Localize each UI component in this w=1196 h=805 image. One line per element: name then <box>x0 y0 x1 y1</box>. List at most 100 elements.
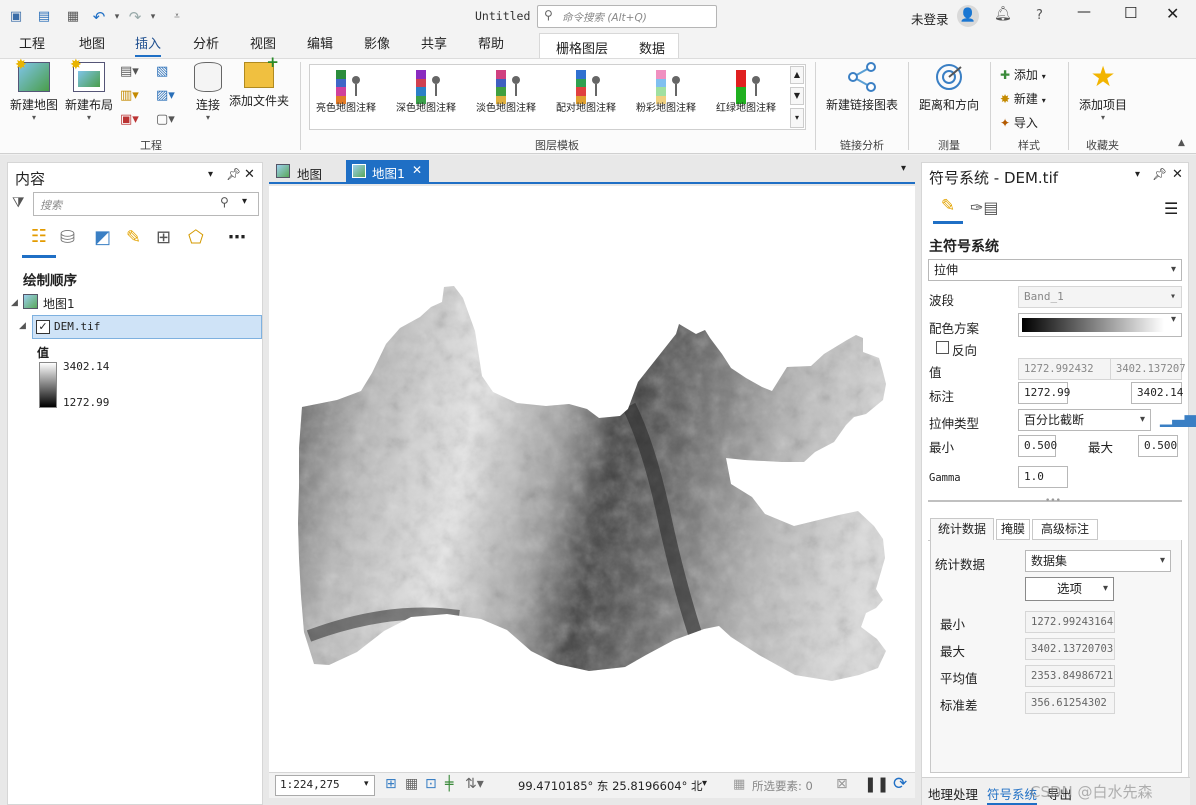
data-source-tab-icon[interactable]: ⛁ <box>60 227 75 248</box>
coord-format-dropdown-icon[interactable]: ▾ <box>702 778 707 789</box>
add-item-button[interactable]: ★ 添加项目 ▾ <box>1074 62 1132 123</box>
avatar[interactable]: 👤 <box>957 5 979 27</box>
style-add-button[interactable]: ✚ 添加 ▾ <box>1000 66 1046 83</box>
snap-icon[interactable]: ⊡ <box>425 776 437 792</box>
layer-template-item[interactable]: 粉彩地图注释 <box>634 68 710 126</box>
layer-visibility-checkbox[interactable]: ✓ <box>36 320 50 334</box>
close-pane-icon[interactable]: ✕ <box>1172 167 1183 182</box>
invert-checkbox[interactable] <box>936 341 949 354</box>
new-layout-button[interactable]: ✸ 新建布局 ▾ <box>62 57 116 122</box>
pause-drawing-icon[interactable]: ❚❚ <box>864 775 889 793</box>
gallery-scroll-up[interactable]: ▲ <box>790 66 804 84</box>
layer-template-item[interactable]: 配对地图注释 <box>554 68 630 126</box>
connect-button[interactable]: 连接 ▾ <box>190 62 226 122</box>
grid-icon[interactable]: ▦ <box>405 776 418 792</box>
expand-map-icon[interactable]: ◢ <box>11 298 18 308</box>
collapse-ribbon-icon[interactable]: ▲ <box>1178 138 1185 148</box>
map-tab-map1[interactable]: 地图1 ✕ <box>346 160 429 182</box>
max-percent-field[interactable]: 0.500 <box>1138 435 1178 457</box>
pin-icon[interactable]: 📌︎ <box>226 167 241 181</box>
splitter[interactable]: ••• <box>928 496 1182 508</box>
tab-imagery[interactable]: 影像 <box>364 37 390 57</box>
tab-insert[interactable]: 插入 <box>135 37 162 57</box>
redo-icon[interactable]: ↷ <box>126 8 144 26</box>
refresh-icon[interactable]: ⟳ <box>893 774 907 794</box>
new-map-button[interactable]: ✸ 新建地图 ▾ <box>8 57 60 122</box>
close-window-button[interactable]: ✕ <box>1166 4 1179 23</box>
tab-geoprocessing[interactable]: 地理处理 <box>928 784 978 803</box>
layer-template-item[interactable]: 淡色地图注释 <box>474 68 550 126</box>
minimize-button[interactable]: — <box>1077 4 1091 20</box>
fixed-extent-icon[interactable]: ⊞ <box>385 776 397 792</box>
layer-row-dem[interactable]: ◢ ✓ DEM.tif <box>19 315 262 339</box>
annotation-min-field[interactable]: 1272.99 <box>1018 382 1070 404</box>
import-layout-icon[interactable]: ▨▾ <box>156 88 175 103</box>
histogram-icon[interactable]: ▁▃▅▇ <box>1160 408 1196 427</box>
gamma-field[interactable]: 1.0 <box>1018 466 1068 488</box>
tab-overflow-icon[interactable]: ▾ <box>901 163 906 174</box>
user-status[interactable]: 未登录 <box>911 9 949 28</box>
notebook-icon[interactable]: ▢▾ <box>156 112 175 127</box>
gallery-scroll-down[interactable]: ▼ <box>790 87 804 105</box>
layer-template-item[interactable]: 深色地图注释 <box>394 68 470 126</box>
pane-options-icon[interactable]: ▾ <box>208 169 213 180</box>
pin-icon[interactable]: 📌︎ <box>1152 167 1167 181</box>
drawing-order-tab[interactable]: ☷ <box>22 226 56 258</box>
customize-qat-icon[interactable]: ⩡ <box>168 8 186 26</box>
tab-data[interactable]: 数据 <box>639 38 665 57</box>
task-icon[interactable]: ▣▾ <box>120 112 139 127</box>
renderer-select[interactable]: 拉伸 <box>928 259 1182 281</box>
undo-icon[interactable]: ↶ <box>90 8 108 26</box>
map-tab-map[interactable]: 地图 <box>271 162 341 182</box>
import-map-icon[interactable]: ▧ <box>156 64 168 79</box>
expand-layer-icon[interactable]: ◢ <box>19 321 26 331</box>
map-node-label[interactable]: 地图1 <box>43 295 75 312</box>
close-pane-icon[interactable]: ✕ <box>244 167 255 182</box>
more-options-icon[interactable]: ⋯ <box>228 227 246 248</box>
tab-mask[interactable]: 掩膜 <box>996 519 1030 540</box>
scale-selector[interactable]: 1:224,275 ▾ <box>275 775 375 796</box>
toolbox-icon[interactable]: ▥▾ <box>120 88 139 103</box>
notification-bell-icon[interactable]: 🔔︎ <box>994 6 1012 22</box>
tab-analysis[interactable]: 分析 <box>193 37 219 57</box>
map-canvas[interactable] <box>269 186 915 772</box>
tab-help[interactable]: 帮助 <box>478 37 504 57</box>
rotate-icon[interactable]: ⇅▾ <box>465 776 484 792</box>
refresh-layers-icon[interactable]: ⊠ <box>836 776 848 792</box>
filter-icon[interactable]: ⧩ <box>12 195 25 211</box>
save-icon[interactable]: ▦ <box>64 8 82 26</box>
search-dropdown-icon[interactable]: ▾ <box>242 196 247 207</box>
report-icon[interactable]: ▤▾ <box>120 64 139 79</box>
pane-options-icon[interactable]: ▾ <box>1135 169 1140 180</box>
hamburger-menu-icon[interactable]: ☰ <box>1164 199 1178 218</box>
tab-advanced-labeling[interactable]: 高级标注 <box>1032 519 1098 540</box>
layer-template-item[interactable]: 亮色地图注释 <box>314 68 390 126</box>
tab-edit[interactable]: 编辑 <box>307 37 333 57</box>
close-tab-icon[interactable]: ✕ <box>412 163 422 177</box>
distance-direction-button[interactable]: 距离和方向 <box>916 62 982 113</box>
open-folder-icon[interactable]: ▤ <box>35 8 53 26</box>
snapping-tab-icon[interactable]: ⊞ <box>156 227 171 248</box>
add-folder-button[interactable]: + 添加文件夹 <box>228 53 290 109</box>
editing-tab-icon[interactable]: ✎ <box>126 227 141 248</box>
primary-symbology-tab[interactable]: ✎ <box>933 196 963 224</box>
color-scheme-select[interactable] <box>1018 313 1182 337</box>
selection-tab-icon[interactable]: ◩ <box>94 227 111 248</box>
gallery-expand[interactable]: ▾ <box>790 108 804 128</box>
redo-dropdown-icon[interactable]: ▾ <box>144 8 162 26</box>
help-button[interactable]: ? <box>1036 8 1043 23</box>
options-button[interactable]: 选项 <box>1025 577 1114 601</box>
tab-map[interactable]: 地图 <box>79 37 105 57</box>
stretch-type-select[interactable]: 百分比截断 <box>1018 409 1151 431</box>
style-new-button[interactable]: ✸ 新建 ▾ <box>1000 90 1046 107</box>
annotation-max-field[interactable]: 3402.14 <box>1131 382 1183 404</box>
tab-raster-layer[interactable]: 栅格图层 <box>556 38 608 57</box>
stats-source-select[interactable]: 数据集 <box>1025 550 1171 572</box>
new-link-chart-button[interactable]: 新建链接图表 <box>824 62 900 113</box>
command-search[interactable]: ⚲ 命令搜索 (Alt+Q) <box>537 5 717 28</box>
undo-dropdown-icon[interactable]: ▾ <box>108 8 126 26</box>
constraint-icon[interactable]: ╪ <box>445 776 453 792</box>
tab-project[interactable]: 工程 <box>19 37 45 57</box>
min-percent-field[interactable]: 0.500 <box>1018 435 1057 457</box>
secondary-symbology-icon[interactable]: ✑▤ <box>970 198 999 217</box>
